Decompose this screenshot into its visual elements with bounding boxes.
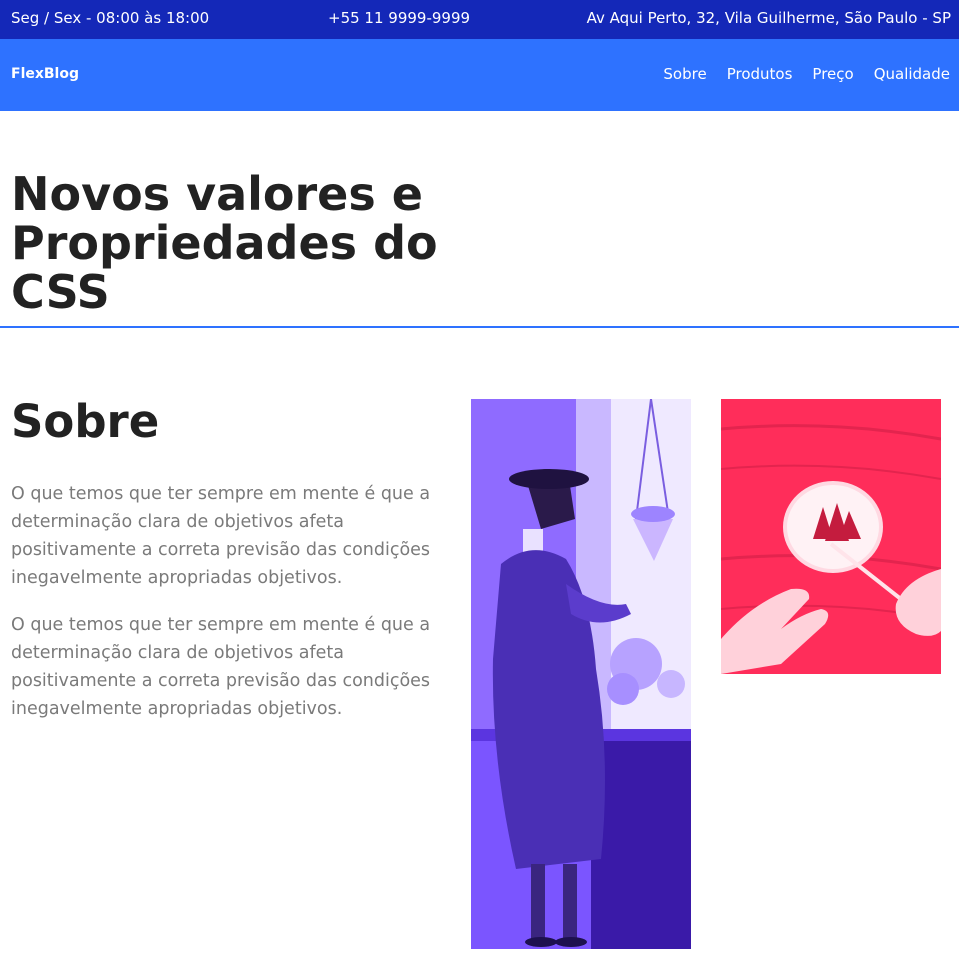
page-title: Novos valores e Propriedades do CSS bbox=[11, 167, 438, 319]
nav-item-produtos[interactable]: Produtos bbox=[727, 65, 793, 83]
section-divider bbox=[0, 326, 959, 328]
main-navbar: FlexBlog Sobre Produtos Preço Qualidade bbox=[0, 39, 959, 111]
about-paragraph: O que temos que ter sempre em mente é qu… bbox=[11, 615, 431, 719]
nav-item-sobre[interactable]: Sobre bbox=[663, 65, 706, 83]
nav-item-qualidade[interactable]: Qualidade bbox=[874, 65, 950, 83]
about-paragraph: O que temos que ter sempre em mente é qu… bbox=[11, 484, 431, 588]
painting-photo bbox=[721, 399, 941, 674]
top-info-bar: Seg / Sex - 08:00 às 18:00 +55 11 9999-9… bbox=[0, 0, 959, 39]
address: Av Aqui Perto, 32, Vila Guilherme, São P… bbox=[586, 9, 951, 27]
about-heading: Sobre bbox=[11, 395, 160, 448]
business-hours: Seg / Sex - 08:00 às 18:00 bbox=[11, 9, 210, 27]
nav-item-preco[interactable]: Preço bbox=[812, 65, 853, 83]
nav-menu: Sobre Produtos Preço Qualidade bbox=[663, 65, 950, 83]
site-logo[interactable]: FlexBlog bbox=[11, 66, 79, 82]
woman-photo bbox=[471, 399, 691, 949]
phone-number: +55 11 9999-9999 bbox=[328, 9, 471, 27]
